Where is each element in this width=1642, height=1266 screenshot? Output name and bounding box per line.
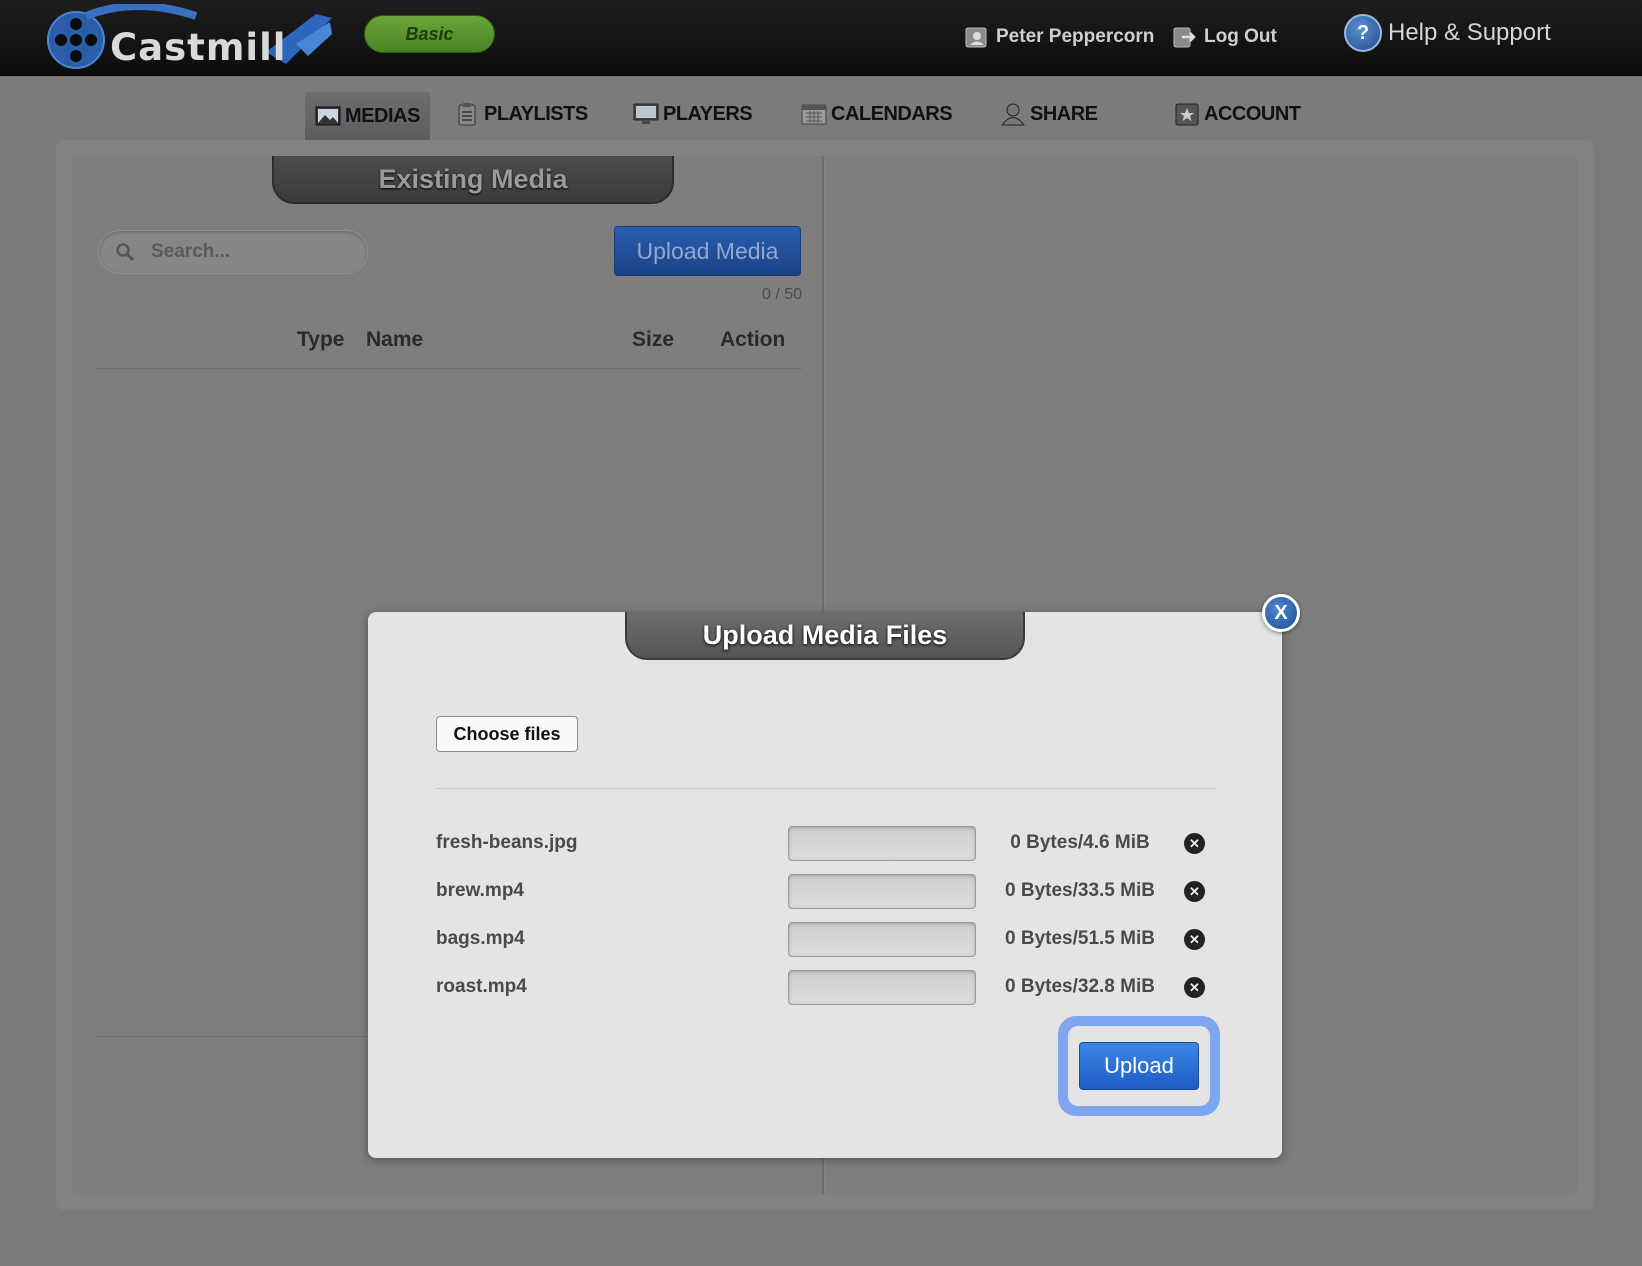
- top-bar: Castmill Basic Peter Peppercorn Log Out …: [0, 0, 1642, 76]
- media-quota: 0 / 50: [761, 286, 802, 303]
- column-header-size[interactable]: Size: [632, 328, 674, 352]
- help-icon: ?: [1344, 14, 1382, 52]
- upload-media-dialog: Upload Media Files Choose files fresh-be…: [368, 612, 1282, 1158]
- file-row: brew.mp4 0 Bytes/33.5 MiB ✕: [436, 874, 1216, 910]
- upload-media-button[interactable]: Upload Media: [614, 226, 801, 276]
- nav-label: ACCOUNT: [1204, 102, 1301, 125]
- file-size: 0 Bytes/32.8 MiB: [1005, 976, 1155, 997]
- user-profile-link[interactable]: Peter Peppercorn: [964, 22, 1154, 52]
- calendar-icon: [801, 104, 827, 125]
- remove-file-icon[interactable]: ✕: [1184, 929, 1205, 950]
- file-size: 0 Bytes/4.6 MiB: [1010, 832, 1150, 853]
- nav-label: PLAYERS: [663, 102, 753, 125]
- nav-label: CALENDARS: [831, 102, 953, 125]
- dialog-divider: [436, 788, 1216, 789]
- nav-tab-players[interactable]: PLAYERS: [633, 92, 753, 136]
- help-label: Help & Support: [1388, 19, 1551, 46]
- file-progress-bar: [788, 970, 976, 1005]
- castmill-logo[interactable]: Castmill: [46, 2, 336, 70]
- remove-file-icon[interactable]: ✕: [1184, 881, 1205, 902]
- clipboard-icon: [458, 103, 476, 126]
- user-name: Peter Peppercorn: [996, 26, 1155, 47]
- file-name: brew.mp4: [436, 880, 524, 901]
- close-dialog-button[interactable]: X: [1262, 594, 1300, 632]
- file-progress-bar: [788, 826, 976, 861]
- existing-media-title: Existing Media: [272, 156, 674, 204]
- file-progress-bar: [788, 874, 976, 909]
- nav-tab-account[interactable]: ACCOUNT: [1174, 92, 1301, 136]
- column-header-type[interactable]: Type: [297, 328, 344, 352]
- table-divider: [96, 368, 802, 369]
- file-size: 0 Bytes/33.5 MiB: [1005, 880, 1155, 901]
- nav-tab-calendars[interactable]: CALENDARS: [801, 92, 953, 136]
- logout-icon: [1173, 27, 1196, 48]
- column-header-action: Action: [720, 328, 786, 351]
- nav-label: SHARE: [1030, 102, 1098, 125]
- nav-label: PLAYLISTS: [484, 102, 588, 125]
- remove-file-icon[interactable]: ✕: [1184, 833, 1205, 854]
- upload-button[interactable]: Upload: [1079, 1042, 1199, 1090]
- file-row: bags.mp4 0 Bytes/51.5 MiB ✕: [436, 922, 1216, 958]
- table-footer-divider: [96, 1036, 366, 1037]
- dialog-title: Upload Media Files: [625, 612, 1025, 660]
- user-icon: [1001, 103, 1025, 126]
- file-name: fresh-beans.jpg: [436, 832, 578, 853]
- search-input[interactable]: [151, 241, 341, 263]
- choose-files-button[interactable]: Choose files: [436, 716, 578, 752]
- file-row: roast.mp4 0 Bytes/32.8 MiB ✕: [436, 970, 1216, 1006]
- nav-label: MEDIAS: [345, 104, 420, 127]
- nav-tab-medias[interactable]: MEDIAS: [305, 92, 430, 140]
- help-support-link[interactable]: ? Help & Support: [1344, 14, 1551, 52]
- file-name: bags.mp4: [436, 928, 525, 949]
- media-search[interactable]: [98, 230, 368, 274]
- column-header-name[interactable]: Name: [366, 328, 423, 352]
- plan-badge: Basic: [364, 15, 495, 53]
- nav-tab-share[interactable]: SHARE: [1000, 92, 1098, 136]
- upload-button-focus-ring: Upload: [1058, 1016, 1220, 1116]
- file-progress-bar: [788, 922, 976, 957]
- search-icon: [116, 243, 135, 262]
- main-nav: MEDIAS PLAYLISTS PLAYERS CALENDARS SHARE: [0, 88, 1642, 140]
- logo-text: Castmill: [110, 26, 287, 69]
- logout-label: Log Out: [1204, 26, 1277, 47]
- file-row: fresh-beans.jpg 0 Bytes/4.6 MiB ✕: [436, 826, 1216, 862]
- file-size: 0 Bytes/51.5 MiB: [1005, 928, 1155, 949]
- monitor-icon: [633, 103, 659, 124]
- image-icon: [315, 106, 341, 126]
- star-badge-icon: [1175, 103, 1199, 126]
- user-card-icon: [965, 27, 987, 48]
- logout-link[interactable]: Log Out: [1172, 22, 1277, 52]
- nav-tab-playlists[interactable]: PLAYLISTS: [454, 92, 588, 136]
- file-name: roast.mp4: [436, 976, 527, 997]
- remove-file-icon[interactable]: ✕: [1184, 977, 1205, 998]
